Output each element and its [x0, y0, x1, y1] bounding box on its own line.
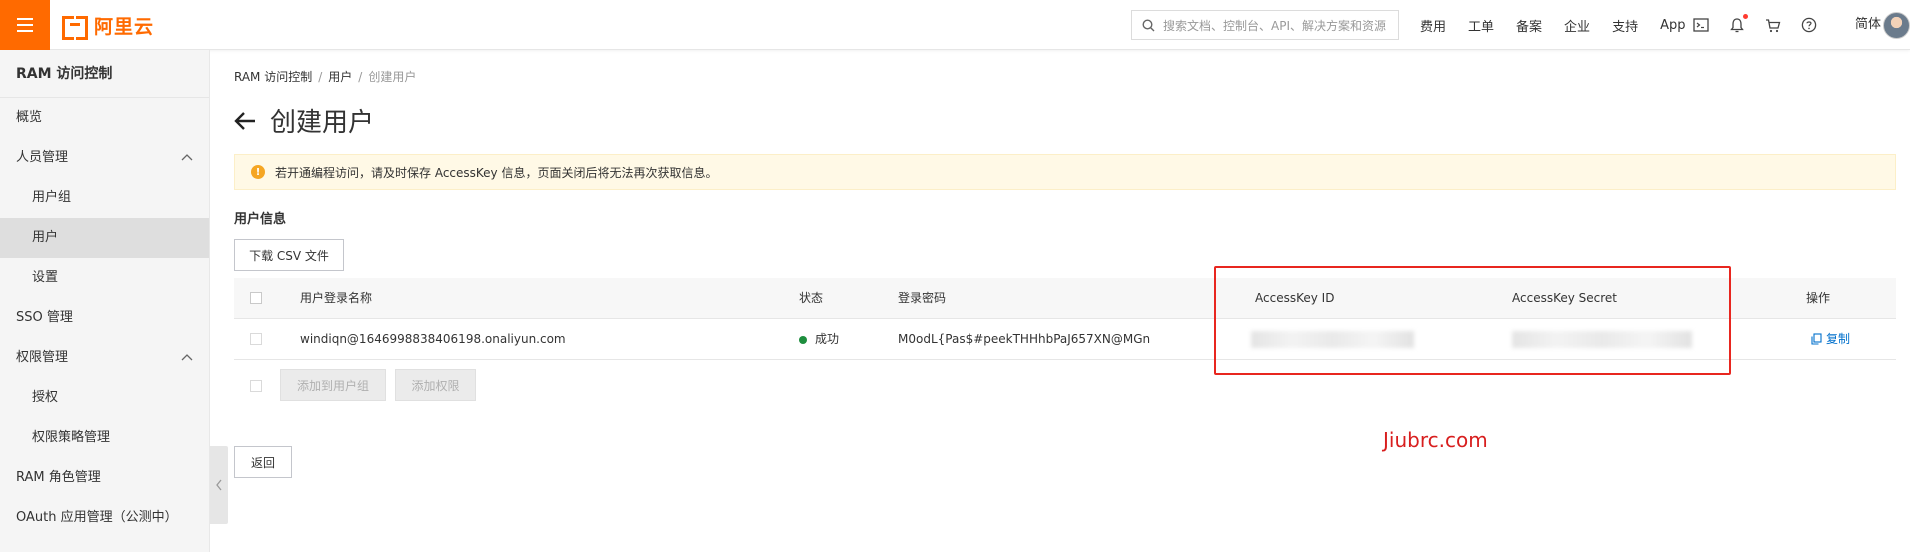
bell-icon[interactable]: [1729, 14, 1748, 33]
aliyun-logo-icon: [62, 16, 88, 40]
sidebar-item-ram-roles[interactable]: RAM 角色管理: [0, 458, 209, 498]
col-status: 状态: [799, 291, 824, 305]
sidebar-item-users[interactable]: 用户: [0, 218, 209, 258]
sidebar-item-label: 权限管理: [16, 350, 69, 365]
cell-password: M0odL{Pas$#peekTHHhbPaJ657XN@MGn: [898, 332, 1151, 346]
row-checkbox[interactable]: [250, 333, 262, 345]
sidebar-item-label: 设置: [32, 270, 59, 285]
sidebar-item-label: SSO 管理: [16, 310, 73, 325]
aliyun-logo[interactable]: 阿里云: [62, 12, 155, 40]
top-navbar: 阿里云 搜索文档、控制台、API、解决方案和资源 费用 工单 备案 企业 支持 …: [0, 0, 1910, 50]
sidebar-item-label: 人员管理: [16, 150, 69, 165]
sidebar-item-settings[interactable]: 设置: [0, 258, 209, 298]
breadcrumb-current: 创建用户: [368, 70, 417, 84]
notice-text: 若开通编程访问，请及时保存 AccessKey 信息，页面关闭后将无法再次获取信…: [275, 165, 718, 180]
sidebar-item-grants[interactable]: 授权: [0, 378, 209, 418]
cell-status: 成功: [799, 319, 839, 359]
search-placeholder: 搜索文档、控制台、API、解决方案和资源: [1163, 18, 1386, 33]
add-permission-button[interactable]: 添加权限: [395, 369, 476, 401]
section-title: 用户信息: [234, 212, 287, 227]
sidebar-item-label: 用户组: [32, 190, 72, 205]
sidebar-item-label: OAuth 应用管理（公测中）: [16, 510, 178, 525]
breadcrumb-item-users[interactable]: 用户: [328, 70, 352, 84]
nav-link-icp[interactable]: 备案: [1516, 16, 1542, 35]
back-arrow-icon[interactable]: [234, 111, 256, 130]
search-input[interactable]: 搜索文档、控制台、API、解决方案和资源: [1131, 10, 1399, 40]
chevron-left-icon: [216, 479, 222, 491]
highlight-box: [1214, 266, 1731, 375]
sidebar-item-identities[interactable]: 人员管理: [0, 138, 209, 178]
top-nav-links: 费用 工单 备案 企业 支持 App: [1420, 0, 1707, 50]
nav-link-support[interactable]: 支持: [1612, 16, 1638, 35]
nav-link-fees[interactable]: 费用: [1420, 16, 1446, 35]
status-text: 成功: [815, 332, 840, 346]
user-avatar[interactable]: [1883, 12, 1910, 39]
help-icon[interactable]: [1801, 17, 1817, 33]
terminal-icon[interactable]: [1693, 17, 1709, 33]
sidebar-item-sso[interactable]: SSO 管理: [0, 298, 209, 338]
notification-dot: [1743, 14, 1748, 19]
sidebar-item-label: RAM 角色管理: [16, 470, 101, 485]
bulk-select-checkbox[interactable]: [250, 380, 262, 392]
chevron-up-icon: [181, 154, 193, 161]
chevron-up-icon: [181, 354, 193, 361]
breadcrumb: RAM 访问控制 / 用户 / 创建用户: [234, 68, 416, 85]
copy-label: 复制: [1826, 332, 1851, 346]
add-to-group-button[interactable]: 添加到用户组: [280, 369, 386, 401]
sidebar-item-oauth-apps[interactable]: OAuth 应用管理（公测中）: [0, 498, 209, 538]
page-title: 创建用户: [270, 108, 375, 138]
search-icon: [1142, 18, 1155, 31]
cart-icon[interactable]: [1765, 17, 1781, 33]
language-switch[interactable]: 简体: [1855, 0, 1881, 50]
sidebar-title: RAM 访问控制: [0, 50, 209, 98]
col-action: 操作: [1806, 291, 1831, 305]
breadcrumb-separator: /: [318, 70, 323, 84]
sidebar-item-label: 用户: [32, 230, 59, 245]
watermark: Jiubrc.com: [1383, 428, 1488, 452]
top-nav-icons: [1693, 0, 1817, 50]
sidebar-item-overview[interactable]: 概览: [0, 98, 209, 138]
sidebar: RAM 访问控制 概览 人员管理 用户组 用户 设置 SSO 管理 权限管理 授…: [0, 50, 210, 552]
status-success-dot: [799, 335, 807, 344]
sidebar-item-permissions[interactable]: 权限管理: [0, 338, 209, 378]
copy-icon: [1811, 333, 1822, 345]
back-button[interactable]: 返回: [234, 446, 292, 478]
copy-link[interactable]: 复制: [1811, 319, 1850, 359]
cell-login-name: windiqn@1646998838406198.onaliyun.com: [300, 332, 566, 346]
download-csv-button[interactable]: 下载 CSV 文件: [234, 239, 344, 271]
sidebar-item-policies[interactable]: 权限策略管理: [0, 418, 209, 458]
sidebar-collapse-button[interactable]: [210, 446, 228, 524]
nav-link-tickets[interactable]: 工单: [1468, 16, 1494, 35]
sidebar-item-user-groups[interactable]: 用户组: [0, 178, 209, 218]
warning-icon: !: [251, 165, 265, 179]
logo-text: 阿里云: [94, 15, 155, 38]
breadcrumb-separator: /: [358, 70, 363, 84]
sidebar-item-label: 概览: [16, 110, 43, 125]
breadcrumb-item-ram[interactable]: RAM 访问控制: [234, 70, 312, 84]
warning-notice: ! 若开通编程访问，请及时保存 AccessKey 信息，页面关闭后将无法再次获…: [234, 154, 1896, 190]
sidebar-item-label: 授权: [32, 390, 59, 405]
sidebar-item-label: 权限策略管理: [32, 430, 111, 445]
hamburger-menu-button[interactable]: [0, 0, 50, 50]
nav-link-enterprise[interactable]: 企业: [1564, 16, 1590, 35]
nav-link-app[interactable]: App: [1660, 18, 1685, 33]
select-all-checkbox[interactable]: [250, 292, 262, 304]
page-header: 创建用户: [234, 102, 374, 139]
col-password: 登录密码: [898, 291, 947, 305]
col-login-name: 用户登录名称: [300, 291, 373, 305]
